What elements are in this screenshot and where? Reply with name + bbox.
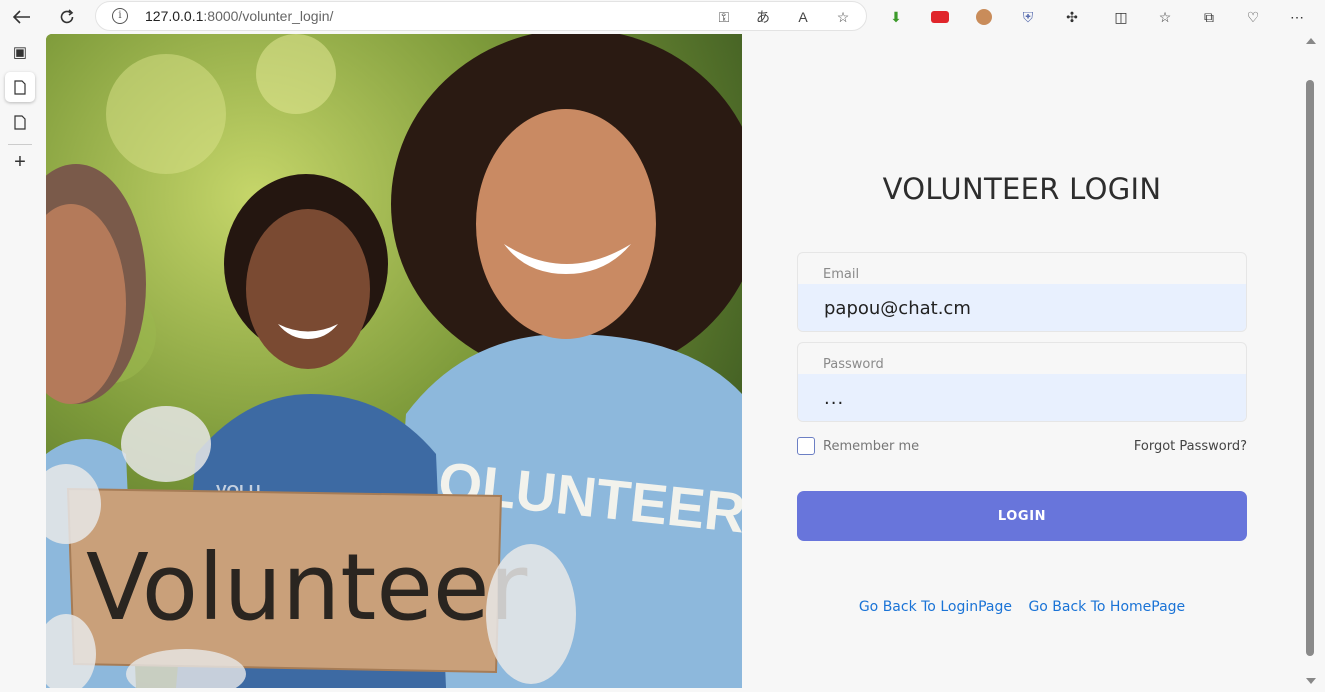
tab-actions-icon[interactable]: ▣ bbox=[5, 37, 35, 67]
key-icon[interactable]: ⚿ bbox=[714, 7, 734, 27]
url-text[interactable]: 127.0.0.1:8000/volunter_login/ bbox=[145, 8, 333, 24]
email-label: Email bbox=[823, 267, 860, 282]
vertical-tab-strip: ▣ + bbox=[0, 34, 40, 692]
tab-page-active-icon[interactable] bbox=[5, 72, 35, 102]
email-input[interactable] bbox=[798, 284, 1246, 331]
shield-extension-icon[interactable]: ⛨ bbox=[1017, 6, 1039, 28]
back-to-login-link[interactable]: Go Back To LoginPage bbox=[859, 599, 1012, 615]
new-tab-plus-icon[interactable]: + bbox=[5, 147, 35, 177]
password-label: Password bbox=[823, 357, 884, 372]
remember-me[interactable]: Remember me bbox=[797, 437, 919, 455]
favorites-icon[interactable]: ☆ bbox=[1154, 6, 1176, 28]
address-bar[interactable]: i 127.0.0.1:8000/volunter_login/ ⚿ あ A ☆ bbox=[95, 1, 867, 31]
volunteers-photo: OLUNTEER VOLU Volunteer bbox=[46, 34, 742, 688]
footer-links: Go Back To LoginPage Go Back To HomePage bbox=[742, 599, 1302, 615]
sign-text: Volunteer bbox=[86, 534, 528, 641]
forgot-password-link[interactable]: Forgot Password? bbox=[1134, 439, 1247, 454]
extension-avatar-icon[interactable] bbox=[973, 6, 995, 28]
remember-label[interactable]: Remember me bbox=[823, 439, 919, 454]
more-menu-icon[interactable]: ⋯ bbox=[1286, 6, 1308, 28]
page-scrollbar[interactable] bbox=[1302, 34, 1325, 692]
browser-toolbar: i 127.0.0.1:8000/volunter_login/ ⚿ あ A ☆… bbox=[0, 0, 1325, 34]
extensions-puzzle-icon[interactable]: ✣ bbox=[1061, 6, 1083, 28]
password-input[interactable] bbox=[798, 374, 1246, 421]
tab-divider bbox=[8, 144, 32, 145]
collections-icon[interactable]: ⧉ bbox=[1198, 6, 1220, 28]
site-info-icon[interactable]: i bbox=[112, 8, 128, 24]
extension-red-icon[interactable] bbox=[929, 6, 951, 28]
download-extension-icon[interactable]: ⬇ bbox=[885, 6, 907, 28]
scroll-thumb[interactable] bbox=[1306, 80, 1314, 656]
page-title: VOLUNTEER LOGIN bbox=[882, 172, 1162, 206]
split-screen-icon[interactable]: ◫ bbox=[1110, 6, 1132, 28]
refresh-icon[interactable] bbox=[54, 4, 80, 30]
translate-icon[interactable]: あ bbox=[753, 7, 773, 27]
scroll-up-arrow-icon[interactable] bbox=[1306, 38, 1316, 44]
scroll-down-arrow-icon[interactable] bbox=[1306, 678, 1316, 684]
back-to-home-link[interactable]: Go Back To HomePage bbox=[1028, 599, 1185, 615]
page-viewport: OLUNTEER VOLU Volunteer VOLUNTEER LOGIN … bbox=[46, 34, 1302, 688]
password-field[interactable]: Password bbox=[797, 342, 1247, 422]
read-aloud-icon[interactable]: A bbox=[793, 7, 813, 27]
login-panel: VOLUNTEER LOGIN Email Password Remember … bbox=[742, 34, 1302, 688]
login-button[interactable]: LOGIN bbox=[797, 491, 1247, 541]
tab-page-icon[interactable] bbox=[5, 107, 35, 137]
favorite-star-icon[interactable]: ☆ bbox=[833, 7, 853, 27]
remember-checkbox[interactable] bbox=[797, 437, 815, 455]
email-field[interactable]: Email bbox=[797, 252, 1247, 332]
performance-icon[interactable]: ♡ bbox=[1242, 6, 1264, 28]
back-arrow-icon[interactable] bbox=[9, 4, 35, 30]
